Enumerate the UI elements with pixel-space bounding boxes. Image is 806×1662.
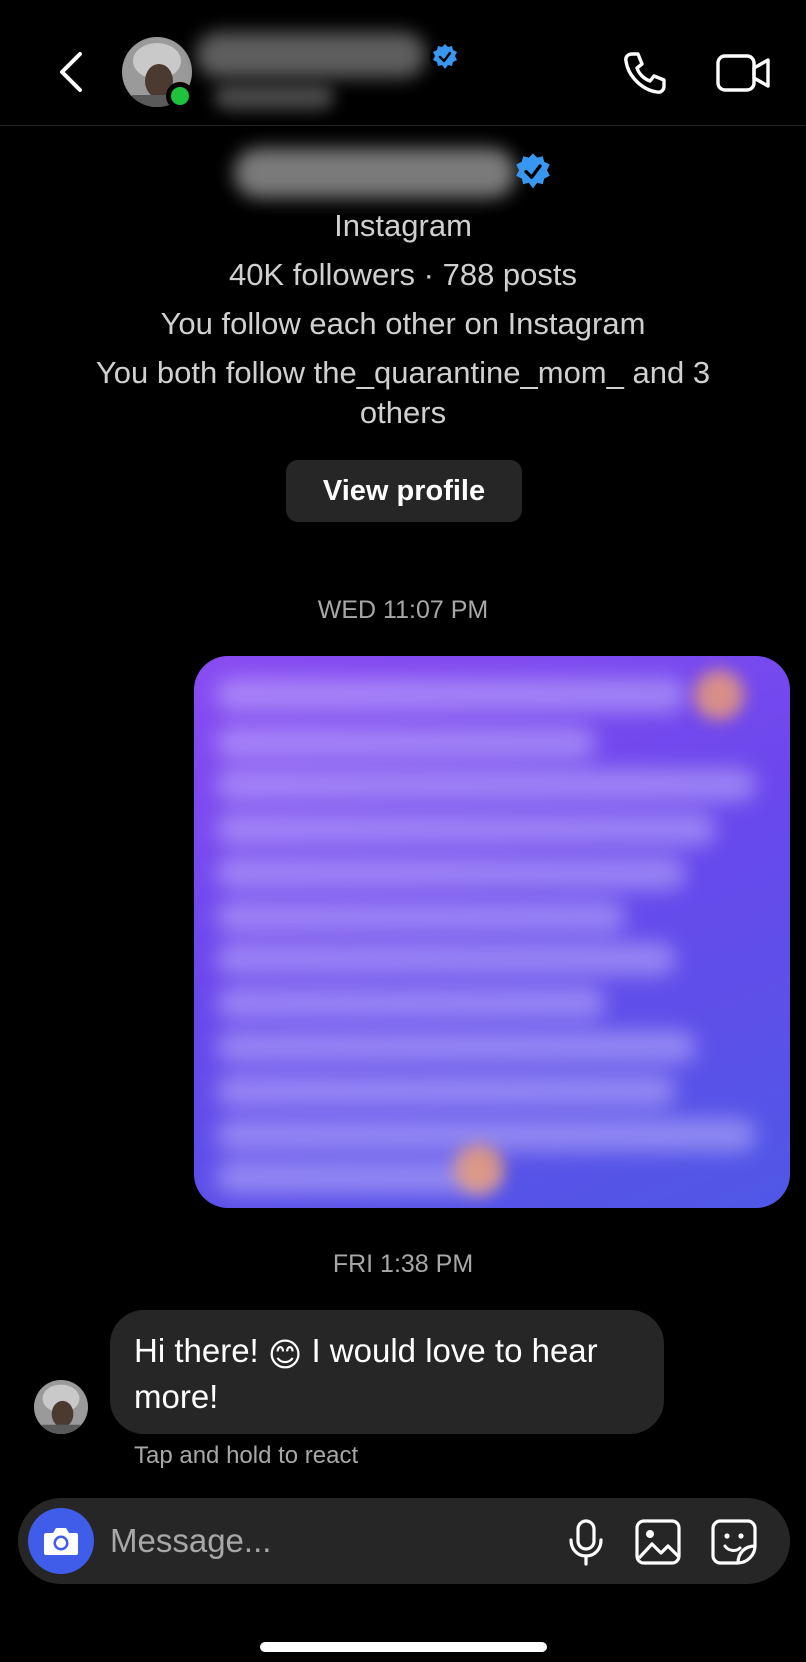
mutual-follow-status: You follow each other on Instagram [160, 306, 646, 341]
online-status-dot [166, 82, 194, 110]
mutual-followers-line1: You both follow the_quarantine_mom_ and … [95, 355, 711, 390]
home-indicator[interactable] [260, 1642, 547, 1652]
video-camera-icon [716, 54, 770, 92]
incoming-message-text: Hi there! [134, 1332, 268, 1369]
camera-icon [44, 1528, 78, 1555]
gallery-icon [635, 1519, 681, 1565]
contact-name-redacted[interactable] [196, 32, 426, 78]
react-hint: Tap and hold to react [134, 1442, 359, 1469]
message-composer [18, 1498, 790, 1584]
video-call-button[interactable] [714, 48, 774, 98]
profile-platform: Instagram [334, 208, 472, 243]
verified-badge-icon [516, 153, 550, 189]
sender-avatar[interactable] [34, 1380, 88, 1434]
avatar-image [34, 1380, 88, 1434]
message-input[interactable] [110, 1516, 540, 1566]
chevron-left-icon [60, 52, 82, 92]
contact-username-redacted [214, 84, 334, 110]
back-button[interactable] [52, 48, 96, 96]
chat-header [0, 0, 806, 126]
sticker-icon [711, 1519, 757, 1565]
microphone-icon [569, 1519, 603, 1566]
view-profile-button[interactable]: View profile [286, 460, 522, 522]
verified-badge-icon [430, 42, 460, 72]
profile-name-redacted [234, 148, 516, 198]
message-timestamp: WED 11:07 PM [317, 596, 489, 624]
mutual-followers-line2: others [359, 395, 447, 430]
smiling-face-emoji: 😊 [267, 1336, 303, 1373]
camera-button[interactable] [28, 1508, 94, 1574]
voice-message-button[interactable] [564, 1518, 608, 1566]
sticker-button[interactable] [710, 1518, 758, 1566]
phone-icon [624, 52, 666, 94]
voice-call-button[interactable] [620, 48, 670, 98]
outgoing-message-redacted[interactable] [194, 656, 790, 1208]
incoming-message-bubble[interactable]: Hi there! 😊 I would love to hear more! [110, 1310, 664, 1434]
gallery-button[interactable] [634, 1518, 682, 1566]
profile-stats: 40K followers · 788 posts [228, 257, 578, 292]
message-timestamp: FRI 1:38 PM [332, 1250, 474, 1278]
